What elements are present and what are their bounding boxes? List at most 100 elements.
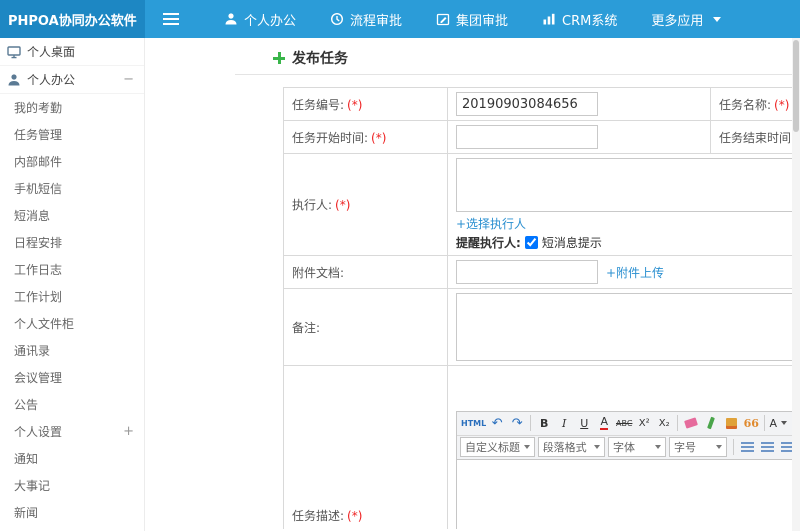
task-no-label: 任务编号: xyxy=(292,97,345,112)
undo-icon[interactable]: ↶ xyxy=(487,413,507,433)
sidebar-item-personal-office[interactable]: 个人办公 − xyxy=(0,66,144,94)
vertical-scrollbar[interactable] xyxy=(792,38,800,531)
sidebar-item-short-message[interactable]: 短消息 xyxy=(0,202,144,229)
group-approval-icon xyxy=(436,13,450,26)
sidebar-item-notification[interactable]: 通知 xyxy=(0,445,144,472)
menu-toggle-button[interactable] xyxy=(145,0,197,38)
editor-content-area[interactable] xyxy=(457,459,800,529)
executor-textarea[interactable] xyxy=(456,158,796,212)
caret-down-icon xyxy=(523,445,530,449)
remark-textarea[interactable] xyxy=(456,293,796,361)
scrollbar-thumb[interactable] xyxy=(793,40,799,132)
topbar: PHPOA协同办公软件 个人办公 流程审批 集团审批 CRM系统 更多应用 xyxy=(0,0,800,38)
remove-format-button[interactable] xyxy=(681,413,701,433)
start-time-input[interactable] xyxy=(456,125,598,149)
sidebar-item-news[interactable]: 新闻 xyxy=(0,499,144,526)
editor-toolbar-row1: HTML ↶ ↷ B I U A ABC X² X₂ 66 A xyxy=(457,411,800,436)
text-color-picker-button[interactable]: A xyxy=(768,413,788,433)
table-row: 任务开始时间:(*) 任务结束时间:(*) xyxy=(283,120,800,154)
sidebar-item-label: 个人桌面 xyxy=(27,45,76,59)
attachment-input[interactable] xyxy=(456,260,598,284)
sidebar-item-internal-mail[interactable]: 内部邮件 xyxy=(0,148,144,175)
select-label: 段落格式 xyxy=(542,441,587,454)
sidebar-item-partial[interactable] xyxy=(0,526,144,531)
sidebar-item-schedule[interactable]: 日程安排 xyxy=(0,229,144,256)
nav-more-apps[interactable]: 更多应用 xyxy=(634,0,738,38)
align-center-icon xyxy=(760,441,774,453)
redo-icon[interactable]: ↷ xyxy=(507,413,527,433)
align-left-icon xyxy=(740,441,754,453)
caret-down-icon xyxy=(655,445,662,449)
caret-down-icon xyxy=(593,445,600,449)
task-no-input[interactable] xyxy=(456,92,598,116)
caret-down-icon xyxy=(716,445,723,449)
rich-text-editor: HTML ↶ ↷ B I U A ABC X² X₂ 66 A 自定义标题 段落… xyxy=(456,410,800,529)
bold-button[interactable]: B xyxy=(534,413,554,433)
remark-label: 备注: xyxy=(292,320,321,335)
underline-button[interactable]: U xyxy=(574,413,594,433)
sidebar-item-desktop[interactable]: 个人桌面 xyxy=(0,38,144,66)
app-logo: PHPOA协同办公软件 xyxy=(0,0,145,38)
sidebar-item-attendance[interactable]: 我的考勤 xyxy=(0,94,144,121)
nav-personal-office[interactable]: 个人办公 xyxy=(207,0,313,38)
choose-executor-link[interactable]: +选择执行人 xyxy=(456,217,526,231)
required-mark: (*) xyxy=(371,130,387,145)
editor-toolbar-row2: 自定义标题 段落格式 字体 字号 xyxy=(457,435,800,460)
align-center-button[interactable] xyxy=(757,437,777,457)
sidebar-item-label: 公告 xyxy=(14,398,39,412)
select-label: 字体 xyxy=(612,441,635,454)
sidebar-item-announcement[interactable]: 公告 xyxy=(0,391,144,418)
expand-icon[interactable]: + xyxy=(123,424,134,439)
custom-heading-select[interactable]: 自定义标题 xyxy=(460,437,535,457)
font-size-select[interactable]: 字号 xyxy=(669,437,728,457)
nav-label: 个人办公 xyxy=(244,13,297,29)
eraser-icon xyxy=(684,417,699,429)
paragraph-format-select[interactable]: 段落格式 xyxy=(537,437,605,457)
sidebar: 个人桌面 个人办公 − 我的考勤 任务管理 内部邮件 手机短信 短消息 日程安排… xyxy=(0,38,145,531)
sidebar-item-label: 工作日志 xyxy=(14,263,63,277)
sidebar-item-task-management[interactable]: 任务管理 xyxy=(0,121,144,148)
sidebar-item-memorabilia[interactable]: 大事记 xyxy=(0,472,144,499)
attachment-label: 附件文档: xyxy=(292,265,345,280)
align-left-button[interactable] xyxy=(737,437,757,457)
caret-down-icon xyxy=(713,16,722,22)
subscript-button[interactable]: X₂ xyxy=(654,413,674,433)
strikethrough-button[interactable]: ABC xyxy=(614,413,634,433)
sidebar-item-meeting-management[interactable]: 会议管理 xyxy=(0,364,144,391)
sms-tip-checkbox[interactable] xyxy=(524,236,538,249)
font-color-button[interactable]: A xyxy=(600,416,608,430)
sidebar-item-label: 通讯录 xyxy=(14,344,51,358)
sidebar-item-work-plan[interactable]: 工作计划 xyxy=(0,283,144,310)
sidebar-item-label: 短消息 xyxy=(14,209,51,223)
user-icon xyxy=(7,73,21,87)
html-source-button[interactable]: HTML xyxy=(460,413,487,433)
sidebar-item-label: 个人文件柜 xyxy=(14,317,75,331)
table-row: 任务编号:(*) 任务名称:(*) xyxy=(283,87,800,121)
required-mark: (*) xyxy=(774,97,790,112)
sidebar-item-personal-settings[interactable]: 个人设置 + xyxy=(0,418,144,445)
top-nav: 个人办公 流程审批 集团审批 CRM系统 更多应用 xyxy=(207,0,738,38)
publish-task-form: 任务编号:(*) 任务名称:(*) 任务开始时间:(*) 任务结束时间:(*) … xyxy=(235,75,800,529)
toolbar-separator xyxy=(733,439,734,455)
collapse-icon[interactable]: − xyxy=(123,72,134,87)
select-label: 字号 xyxy=(674,441,697,454)
font-family-select[interactable]: 字体 xyxy=(607,437,667,457)
toolbar-separator xyxy=(764,415,766,431)
superscript-button[interactable]: X² xyxy=(634,413,654,433)
crm-chart-icon xyxy=(543,13,555,25)
sidebar-item-label: 通知 xyxy=(14,452,39,466)
nav-crm[interactable]: CRM系统 xyxy=(525,0,634,38)
attachment-upload-link[interactable]: +附件上传 xyxy=(606,264,664,281)
sidebar-item-contacts[interactable]: 通讯录 xyxy=(0,337,144,364)
sidebar-item-work-log[interactable]: 工作日志 xyxy=(0,256,144,283)
format-brush-button[interactable] xyxy=(701,413,721,433)
fill-color-button[interactable] xyxy=(721,413,741,433)
blockquote-button[interactable]: 66 xyxy=(741,413,761,433)
nav-process-approval[interactable]: 流程审批 xyxy=(313,0,419,38)
italic-button[interactable]: I xyxy=(554,413,574,433)
start-time-label: 任务开始时间: xyxy=(292,130,369,145)
sidebar-item-file-cabinet[interactable]: 个人文件柜 xyxy=(0,310,144,337)
nav-group-approval[interactable]: 集团审批 xyxy=(419,0,525,38)
executor-label: 执行人: xyxy=(292,198,333,212)
sidebar-item-mobile-sms[interactable]: 手机短信 xyxy=(0,175,144,202)
